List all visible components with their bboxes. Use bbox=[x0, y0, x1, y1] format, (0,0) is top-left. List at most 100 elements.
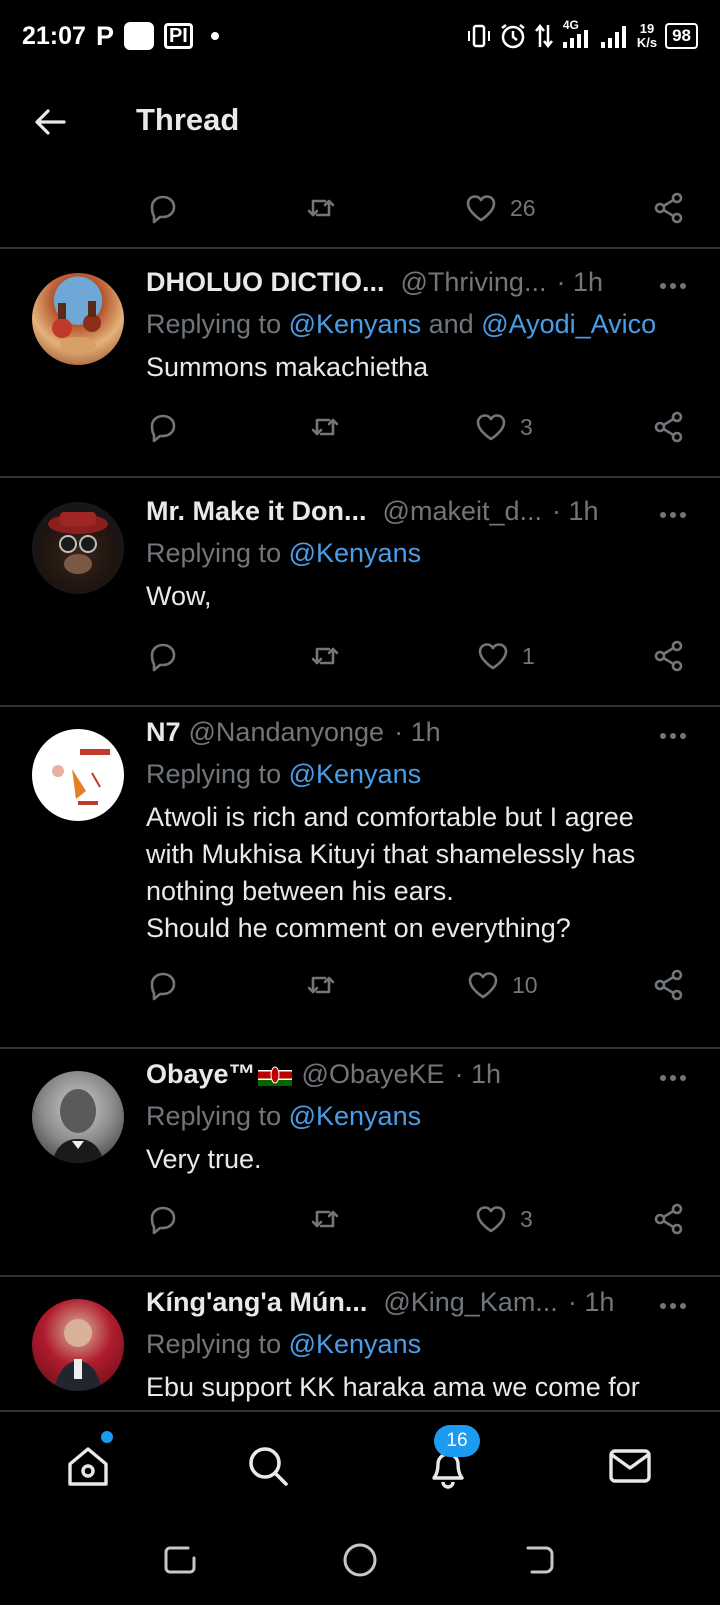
like-button[interactable]: 10 bbox=[466, 965, 538, 1005]
share-icon bbox=[654, 192, 683, 224]
home-unread-dot bbox=[101, 1431, 113, 1443]
like-button[interactable]: 3 bbox=[474, 407, 533, 447]
mention-link[interactable]: @Kenyans bbox=[289, 538, 421, 568]
replying-to: Replying to @Kenyans bbox=[146, 538, 422, 568]
display-name[interactable]: DHOLUO DICTIO... bbox=[146, 267, 385, 298]
heart-icon bbox=[478, 643, 508, 670]
timestamp[interactable]: · 1h bbox=[455, 1059, 502, 1090]
timestamp[interactable]: · 1h bbox=[552, 496, 599, 527]
display-name[interactable]: Mr. Make it Don... bbox=[146, 496, 367, 527]
share-icon bbox=[654, 1203, 683, 1235]
replying-to: Replying to @Kenyans bbox=[146, 1101, 422, 1131]
mention-link[interactable]: @Kenyans bbox=[289, 1101, 421, 1131]
more-notifications-dot bbox=[210, 32, 219, 40]
reply-icon bbox=[150, 414, 176, 443]
thread-header: Thread bbox=[0, 72, 720, 172]
back-arrow-icon[interactable] bbox=[30, 102, 70, 142]
mail-icon[interactable] bbox=[606, 1442, 654, 1490]
mention-link[interactable]: @Kenyans bbox=[289, 309, 421, 339]
share-icon bbox=[654, 640, 683, 672]
search-icon[interactable] bbox=[244, 1442, 292, 1490]
share-button[interactable] bbox=[652, 965, 686, 1005]
signal-4g-icon: 4G bbox=[561, 18, 591, 50]
retweet-button[interactable] bbox=[308, 407, 342, 447]
more-icon[interactable] bbox=[658, 281, 688, 291]
more-icon[interactable] bbox=[658, 1301, 688, 1311]
like-button[interactable]: 26 bbox=[464, 188, 536, 228]
tweet-actions: 26 bbox=[0, 188, 720, 228]
share-button[interactable] bbox=[652, 407, 686, 447]
status-time: 21:07 bbox=[22, 21, 86, 50]
kenya-flag-icon bbox=[257, 1063, 292, 1086]
more-icon[interactable] bbox=[658, 731, 688, 741]
status-bar: 21:07 P PI 4G 19 K/s 98 bbox=[0, 0, 720, 72]
tweet-item[interactable]: N7 @Nandanyonge · 1h Replying to @Kenyan… bbox=[0, 707, 720, 1049]
mention-link[interactable]: @Ayodi_Avico bbox=[481, 309, 656, 339]
tweet-item[interactable]: DHOLUO DICTIO... @Thriving... · 1h Reply… bbox=[0, 249, 720, 477]
like-button[interactable]: 3 bbox=[474, 1199, 533, 1239]
replying-to: Replying to @Kenyans and @Ayodi_Avico bbox=[146, 309, 657, 339]
mention-link[interactable]: @Kenyans bbox=[289, 1329, 421, 1359]
display-name[interactable]: Obaye™ bbox=[146, 1059, 256, 1090]
user-handle[interactable]: @makeit_d... bbox=[383, 496, 542, 527]
display-name[interactable]: Kíng'ang'a Mún... bbox=[146, 1287, 367, 1318]
timestamp[interactable]: · 1h bbox=[394, 717, 441, 748]
vibrate-icon bbox=[467, 24, 490, 48]
share-button[interactable] bbox=[652, 636, 686, 676]
timestamp[interactable]: · 1h bbox=[568, 1287, 615, 1318]
replying-to: Replying to @Kenyans bbox=[146, 759, 422, 789]
reply-button[interactable] bbox=[146, 965, 180, 1005]
user-handle[interactable]: @Nandanyonge bbox=[189, 717, 385, 748]
retweet-icon bbox=[307, 199, 335, 217]
timestamp[interactable]: · 1h bbox=[556, 267, 603, 298]
tweet-actions: 3 bbox=[0, 1199, 720, 1239]
retweet-button[interactable] bbox=[308, 1199, 342, 1239]
heart-icon bbox=[476, 1206, 506, 1233]
bottom-nav bbox=[0, 1410, 720, 1520]
retweet-button[interactable] bbox=[304, 965, 338, 1005]
share-button[interactable] bbox=[652, 188, 686, 228]
share-button[interactable] bbox=[652, 1199, 686, 1239]
user-handle[interactable]: @Thriving... bbox=[401, 267, 547, 298]
reply-icon bbox=[150, 1206, 176, 1235]
reply-icon bbox=[150, 972, 176, 1001]
reply-button[interactable] bbox=[146, 636, 180, 676]
home-nav-icon[interactable] bbox=[340, 1540, 380, 1580]
like-button[interactable]: 1 bbox=[476, 636, 535, 676]
avatar[interactable] bbox=[32, 1071, 124, 1163]
system-nav-bar bbox=[0, 1520, 720, 1605]
like-count: 10 bbox=[512, 971, 538, 998]
retweet-button[interactable] bbox=[308, 636, 342, 676]
retweet-icon bbox=[311, 1210, 339, 1228]
avatar[interactable] bbox=[32, 729, 124, 821]
battery-indicator: 98 bbox=[665, 23, 698, 49]
avatar[interactable] bbox=[32, 1299, 124, 1391]
tweet-text: Summons makachietha bbox=[146, 352, 429, 382]
back-nav-icon[interactable] bbox=[520, 1540, 560, 1580]
share-icon bbox=[654, 969, 683, 1001]
retweet-button[interactable] bbox=[304, 188, 338, 228]
avatar[interactable] bbox=[32, 273, 124, 365]
reply-icon bbox=[150, 643, 176, 672]
reply-button[interactable] bbox=[146, 188, 180, 228]
reply-button[interactable] bbox=[146, 407, 180, 447]
data-arrows-icon bbox=[534, 23, 553, 49]
tweet-header: N7 @Nandanyonge · 1h bbox=[146, 717, 700, 748]
home-icon[interactable] bbox=[64, 1442, 112, 1490]
tweet-item[interactable]: Mr. Make it Don... @makeit_d... · 1h Rep… bbox=[0, 478, 720, 706]
display-name[interactable]: N7 bbox=[146, 717, 181, 748]
tweet-item[interactable]: Kíng'ang'a Mún... @King_Kam... · 1h Repl… bbox=[0, 1277, 720, 1410]
reply-button[interactable] bbox=[146, 1199, 180, 1239]
notifications-badge: 16 bbox=[434, 1425, 480, 1457]
more-icon[interactable] bbox=[658, 510, 688, 520]
like-count: 3 bbox=[520, 1205, 533, 1232]
more-icon[interactable] bbox=[658, 1073, 688, 1083]
user-handle[interactable]: @ObayeKE bbox=[302, 1059, 445, 1090]
signal-icon bbox=[600, 26, 626, 48]
user-handle[interactable]: @King_Kam... bbox=[383, 1287, 558, 1318]
mention-link[interactable]: @Kenyans bbox=[289, 759, 421, 789]
recents-nav-icon[interactable] bbox=[160, 1540, 200, 1580]
tweet-item[interactable]: Obaye™ @ObayeKE · 1h Replying to @Kenyan… bbox=[0, 1049, 720, 1277]
alarm-icon bbox=[501, 24, 525, 49]
avatar[interactable] bbox=[32, 502, 124, 594]
